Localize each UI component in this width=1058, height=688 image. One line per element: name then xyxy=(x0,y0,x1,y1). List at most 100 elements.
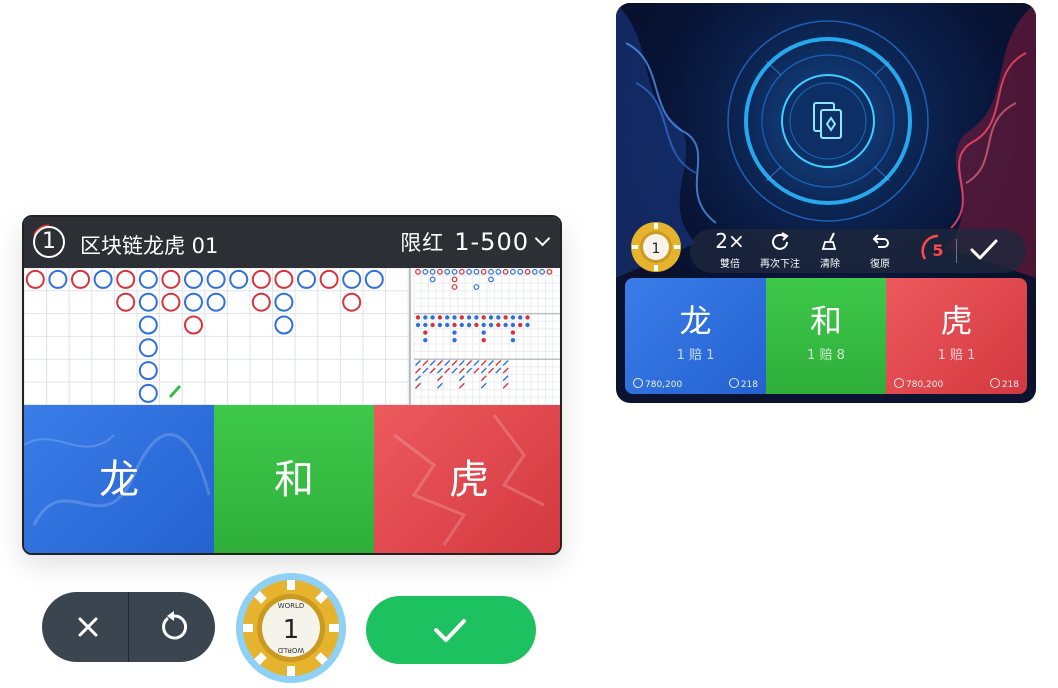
rebet-label: 再次下注 xyxy=(760,259,800,270)
road-marker xyxy=(297,269,316,289)
small-road-dot xyxy=(488,315,494,320)
bet-tiger-label: 虎 xyxy=(449,457,489,503)
road-marker xyxy=(184,315,203,335)
double-button[interactable]: 2× 雙倍 xyxy=(706,231,754,270)
small-road-slash xyxy=(415,382,421,389)
bet-dragon-label: 龙 xyxy=(679,302,712,340)
small-road-dot xyxy=(525,322,530,328)
small-road-marker xyxy=(422,268,429,275)
bet-dragon-odds: 1 赔 1 xyxy=(676,348,715,363)
small-road-dot xyxy=(488,322,494,328)
small-road-dot xyxy=(466,315,472,320)
undo-icon[interactable] xyxy=(157,610,191,644)
countdown-timer: 5 xyxy=(920,233,956,269)
small-road-slash xyxy=(444,360,451,366)
bet-area-mobile: 龙 1 赔 1 780,200 218 和 1 赔 8 虎 1 赔 1 780,… xyxy=(625,278,1027,394)
small-road-marker xyxy=(429,276,436,283)
table-header: 1 区块链龙虎 01 限红 1-500 xyxy=(24,217,560,268)
road-marker xyxy=(161,292,181,312)
small-road-dot xyxy=(452,338,457,343)
small-road-slash xyxy=(473,360,480,366)
small-road-slash xyxy=(415,375,421,382)
bet-tiger-mobile[interactable]: 虎 1 赔 1 780,200 218 xyxy=(886,278,1027,394)
bet-dragon-mobile[interactable]: 龙 1 赔 1 780,200 218 xyxy=(625,278,766,394)
bet-toolbar: 1 2× 雙倍 再次下注 清除 復原 5 xyxy=(616,222,1036,277)
small-road-dot xyxy=(518,315,523,320)
undo-bet-button[interactable]: 復原 xyxy=(856,231,904,270)
small-road-slash xyxy=(451,360,458,366)
small-road-marker xyxy=(466,268,473,275)
road-marker xyxy=(342,269,362,289)
double-icon: 2× xyxy=(715,229,745,253)
small-road-dot xyxy=(481,315,486,320)
double-label: 雙倍 xyxy=(720,259,740,270)
small-road-dot xyxy=(481,338,486,343)
small-road-slash xyxy=(502,382,509,389)
table-card: 1 区块链龙虎 01 限红 1-500 龙 和 虎 xyxy=(22,215,562,555)
small-road-slash xyxy=(488,367,494,374)
small-road-dot xyxy=(510,315,516,320)
small-road-dot xyxy=(474,315,479,320)
small-road-slash xyxy=(458,360,465,366)
small-road-slash xyxy=(436,382,443,389)
close-icon[interactable] xyxy=(72,611,104,643)
small-road-slash xyxy=(429,360,436,366)
road-marker xyxy=(93,269,113,289)
tie-mark xyxy=(168,384,182,399)
rebet-button[interactable]: 再次下注 xyxy=(756,231,804,270)
road-marker xyxy=(184,292,203,312)
road-marker xyxy=(116,269,136,289)
road-marker xyxy=(206,292,226,312)
small-road-slash xyxy=(451,367,458,374)
small-road-dot xyxy=(518,322,523,328)
small-road-slash xyxy=(458,367,465,374)
small-road-marker xyxy=(488,276,494,283)
table-name: 区块链龙虎 01 xyxy=(80,234,219,258)
bet-tie-mobile[interactable]: 和 1 赔 8 xyxy=(766,278,886,394)
bet-tie-label: 和 xyxy=(809,302,842,340)
road-marker xyxy=(319,269,339,289)
small-road-dot xyxy=(496,315,501,320)
small-road-slash xyxy=(473,367,480,374)
bet-tiger[interactable]: 虎 xyxy=(374,405,560,553)
bet-tiger-amount: 780,200 xyxy=(894,378,943,390)
road-marker xyxy=(138,383,158,403)
small-road-slash xyxy=(436,375,443,382)
small-road-marker xyxy=(510,268,516,275)
small-road-marker xyxy=(502,268,509,275)
small-road-dot xyxy=(452,322,457,328)
coin-icon xyxy=(894,378,904,388)
undo-icon xyxy=(872,234,889,248)
road-marker xyxy=(364,269,384,289)
small-road-marker xyxy=(480,268,487,275)
chip-selector[interactable]: WORLD 1 WORLD xyxy=(235,572,347,684)
chip-selector-small[interactable]: 1 xyxy=(630,221,682,273)
road-marker xyxy=(71,269,90,289)
confirm-button[interactable] xyxy=(366,596,536,664)
clear-button[interactable]: 清除 xyxy=(806,231,854,270)
small-road-dot xyxy=(423,330,428,335)
small-road-slash xyxy=(480,360,487,366)
road-marker xyxy=(274,292,294,312)
small-road-dot xyxy=(481,322,486,328)
small-road-dot xyxy=(525,315,530,320)
clear-label: 清除 xyxy=(820,259,840,270)
bet-dragon[interactable]: 龙 xyxy=(24,405,214,553)
road-marker xyxy=(25,269,45,289)
check-icon[interactable] xyxy=(968,235,1000,265)
small-road-marker xyxy=(473,268,480,275)
roadmap xyxy=(24,268,560,405)
small-road-dot xyxy=(452,330,457,335)
bet-tie[interactable]: 和 xyxy=(214,405,374,553)
small-road-marker xyxy=(451,284,458,290)
check-icon xyxy=(434,619,466,642)
small-road-dot xyxy=(415,315,421,320)
user-icon xyxy=(989,378,1000,388)
road-marker xyxy=(251,292,271,312)
small-road-marker xyxy=(451,276,458,283)
bet-limit-selector[interactable]: 限红 1-500 xyxy=(400,227,551,257)
limit-value: 1-500 xyxy=(454,228,529,256)
road-marker xyxy=(342,292,362,312)
small-road-dot xyxy=(423,338,428,343)
small-road-slash xyxy=(480,367,487,374)
